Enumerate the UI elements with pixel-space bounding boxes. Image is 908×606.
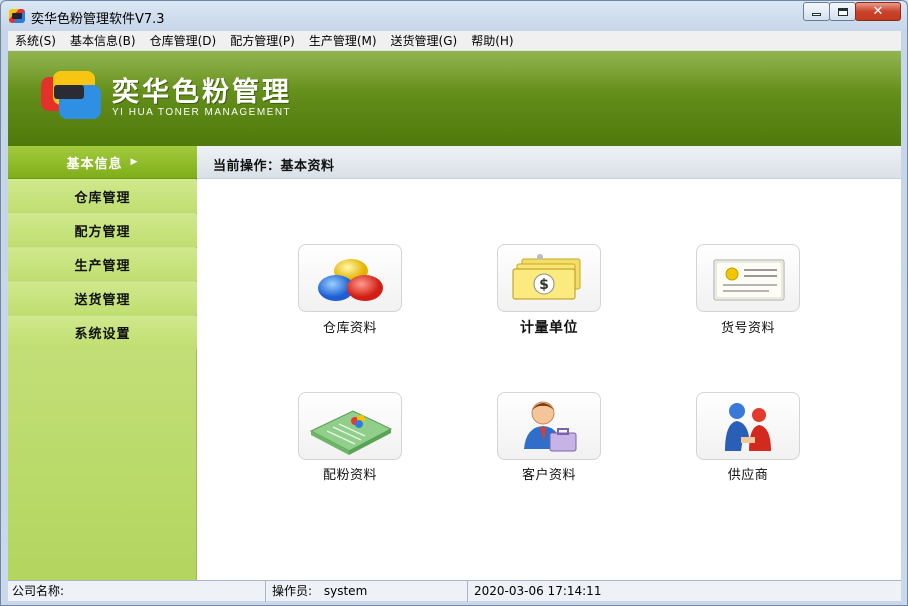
title-bar[interactable]: 奕华色粉管理软件V7.3 ✕	[1, 1, 907, 31]
header-banner: 奕华色粉管理 YI HUA TONER MANAGEMENT	[8, 51, 901, 146]
tile-formula-label[interactable]: 配粉资料	[280, 464, 420, 483]
status-operator-label: 操作员:	[272, 584, 313, 598]
status-datetime: 2020-03-06 17:14:11	[474, 584, 602, 598]
menu-system[interactable]: 系统(S)	[8, 31, 63, 51]
label-card-icon	[713, 259, 785, 301]
minimize-button[interactable]	[803, 2, 830, 21]
brand-logo-icon	[41, 71, 103, 119]
menu-bar: 系统(S) 基本信息(B) 仓库管理(D) 配方管理(P) 生产管理(M) 送货…	[8, 31, 901, 51]
menu-delivery[interactable]: 送货管理(G)	[384, 31, 465, 51]
sidebar-item-label: 系统设置	[74, 326, 131, 342]
breadcrumb: 当前操作：基本资料	[197, 146, 901, 179]
sidebar-item-label: 生产管理	[74, 258, 131, 274]
sidebar-item-label: 配方管理	[74, 224, 131, 240]
tile-customers-label[interactable]: 客户资料	[479, 464, 619, 483]
sidebar-item-production[interactable]: 生产管理	[8, 248, 197, 281]
status-company-label: 公司名称:	[12, 584, 65, 598]
close-icon: ✕	[872, 4, 884, 19]
tile-customers-button[interactable]	[497, 392, 601, 460]
menu-help[interactable]: 帮助(H)	[464, 31, 520, 51]
status-company: 公司名称:	[8, 581, 266, 602]
maximize-button[interactable]	[829, 2, 856, 21]
minimize-icon	[812, 13, 821, 16]
menu-warehouse[interactable]: 仓库管理(D)	[143, 31, 224, 51]
tile-warehouse-button[interactable]	[298, 244, 402, 312]
menu-formula[interactable]: 配方管理(P)	[223, 31, 302, 51]
sidebar-item-delivery[interactable]: 送货管理	[8, 282, 197, 315]
tile-warehouse-label[interactable]: 仓库资料	[280, 317, 420, 336]
close-button[interactable]: ✕	[855, 2, 901, 21]
brand-title: 奕华色粉管理	[112, 77, 292, 108]
main-content: 当前操作：基本资料 仓库资料 $ 计量单位 货号资料 配粉资料 客户资料 供应商	[197, 146, 901, 580]
money-bills-icon: $	[512, 254, 581, 300]
sidebar: 基本信息 ▶ 仓库管理 配方管理 生产管理 送货管理 系统设置	[8, 146, 197, 580]
sidebar-item-basic-info[interactable]: 基本信息 ▶	[8, 146, 197, 179]
tile-units-label[interactable]: 计量单位	[479, 317, 619, 337]
sidebar-item-label: 送货管理	[74, 292, 131, 308]
sidebar-item-system-settings[interactable]: 系统设置	[8, 316, 197, 349]
arrow-right-icon: ▶	[130, 157, 139, 167]
tile-suppliers-label[interactable]: 供应商	[678, 464, 818, 483]
sidebar-item-formula[interactable]: 配方管理	[8, 214, 197, 247]
customer-briefcase-icon	[524, 401, 577, 452]
sidebar-item-label: 仓库管理	[74, 190, 131, 206]
tile-item-numbers-label[interactable]: 货号资料	[678, 317, 818, 336]
tile-item-numbers-button[interactable]	[696, 244, 800, 312]
tile-formula-button[interactable]	[298, 392, 402, 460]
svg-text:$: $	[539, 277, 549, 293]
status-operator-value: system	[323, 584, 368, 598]
sidebar-item-warehouse[interactable]: 仓库管理	[8, 180, 197, 213]
color-folder-icon	[309, 410, 393, 455]
tile-units-button[interactable]: $	[497, 244, 601, 312]
app-window: 奕华色粉管理软件V7.3 ✕ 系统(S) 基本信息(B) 仓库管理(D) 配方管…	[0, 0, 908, 606]
menu-production[interactable]: 生产管理(M)	[302, 31, 384, 51]
app-logo-icon	[9, 9, 25, 23]
status-bar: 公司名称: 操作员: system 2020-03-06 17:14:11	[8, 580, 901, 602]
window-title: 奕华色粉管理软件V7.3	[31, 12, 165, 27]
breadcrumb-text: 当前操作：基本资料	[213, 159, 335, 174]
menu-basic-info[interactable]: 基本信息(B)	[63, 31, 143, 51]
status-operator: 操作员: system	[266, 581, 468, 602]
toner-balls-icon	[318, 259, 383, 301]
supplier-people-icon	[725, 403, 771, 451]
brand-subtitle: YI HUA TONER MANAGEMENT	[112, 107, 292, 118]
tile-suppliers-button[interactable]	[696, 392, 800, 460]
sidebar-item-label: 基本信息	[66, 156, 123, 172]
maximize-icon	[837, 7, 848, 16]
